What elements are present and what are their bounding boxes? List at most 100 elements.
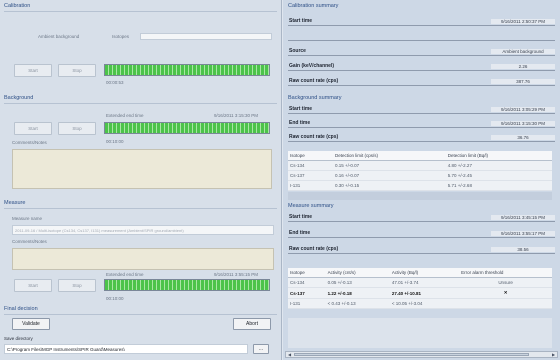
- table-row: Cs-137 0.16 +/-0.07 5.70 +/-2.45: [288, 170, 552, 181]
- save-directory-input[interactable]: C:\Program Files\MGP Instruments\SPIR Gu…: [4, 344, 248, 354]
- table-cell: Unsure: [459, 277, 552, 288]
- measure-name-input[interactable]: 2011-09-16 / Multi-isotope (Cs134, Cs137…: [12, 225, 274, 235]
- table-header-row: Isotope Activity (cnt/s) Activity (Bq/l) Er…: [288, 268, 552, 278]
- calibration-stop-button[interactable]: Stop: [58, 64, 96, 77]
- divider: [4, 11, 277, 12]
- calibration-isotopes-field[interactable]: [140, 33, 272, 40]
- table-cell: 27.40 +/-10.81: [389, 287, 460, 299]
- background-detection-table: Isotope Detection limit (cps/s) Detection …: [288, 151, 552, 191]
- alarm-x-icon: ✕: [459, 287, 552, 299]
- scroll-right-icon[interactable]: ▶: [550, 352, 557, 357]
- summary-row: [288, 31, 555, 41]
- horizontal-scrollbar[interactable]: ◀ ▶: [285, 351, 558, 358]
- calibration-start-button[interactable]: Start: [14, 64, 52, 77]
- measure-extended-end-value: 9/16/2011 3:55:15 PM: [214, 272, 258, 277]
- summary-row: Source Ambient background: [288, 46, 555, 56]
- measure-stop-button[interactable]: Stop: [58, 279, 96, 292]
- calibration-title: Calibration: [4, 3, 31, 9]
- scroll-left-icon[interactable]: ◀: [286, 352, 293, 357]
- calibration-progress-time: 00:00:53: [106, 80, 124, 85]
- background-comments-textarea[interactable]: [12, 149, 272, 189]
- summary-key: End time: [289, 120, 311, 126]
- table-row: I-131 < 0.43 +/-0.13 < 10.05 +/-3.04: [288, 298, 552, 309]
- summary-row: Start time 9/16/2011 3:05:29 PM: [288, 104, 555, 114]
- table-cell: I-131: [288, 180, 334, 191]
- summary-value: 387.76: [491, 79, 555, 84]
- isotopes-label: Isotopes: [112, 34, 130, 39]
- background-start-button[interactable]: Start: [14, 122, 52, 135]
- background-extended-end-value: 9/16/2011 3:15:30 PM: [214, 113, 258, 118]
- measure-name-label: Measure name: [12, 216, 43, 221]
- table-cell: 1.22 +/-0.18: [325, 287, 390, 299]
- table-header-cell: Detection limit (Bq/l): [445, 151, 552, 161]
- summary-value: 9/16/2011 3:05:29 PM: [491, 107, 555, 112]
- scrollbar-thumb[interactable]: [294, 353, 529, 356]
- table-cell: 4.80 +/-2.27: [445, 160, 552, 171]
- table-row: Cs-134 0.15 +/-0.07 4.80 +/-2.27: [288, 160, 552, 171]
- measure-title: Measure: [4, 200, 26, 206]
- validate-button[interactable]: Validate: [12, 318, 50, 330]
- summary-row: End time 9/16/2011 3:15:30 PM: [288, 118, 555, 128]
- table-row: Cs-137 1.22 +/-0.18 27.40 +/-10.81 ✕: [288, 287, 552, 299]
- measure-progress-fill: [105, 280, 269, 290]
- summary-value: 9/16/2011 2:50:37 PM: [491, 19, 555, 24]
- browse-button[interactable]: ...: [253, 344, 269, 354]
- table-cell: 5.71 +/-2.68: [445, 180, 552, 191]
- summary-key: Raw count rate (cps): [289, 134, 339, 140]
- background-progress-fill: [105, 123, 269, 133]
- background-table-blank: [288, 192, 552, 200]
- measure-comments-label: Comments/Notes: [12, 239, 47, 244]
- left-pane: Calibration Ambient background Isotopes …: [0, 0, 282, 360]
- ambient-background-label: Ambient background: [38, 34, 80, 39]
- table-header-cell: Error alarm threshold: [459, 268, 552, 278]
- table-cell: Cs-137: [288, 287, 326, 299]
- final-decision-title: Final decision: [4, 306, 38, 312]
- table-cell: 5.70 +/-2.45: [445, 170, 552, 181]
- measure-progress-bar: [104, 279, 270, 291]
- table-header-cell: Activity (Bq/l): [389, 268, 460, 278]
- summary-row: Start time 9/16/2011 3:45:15 PM: [288, 212, 555, 222]
- table-cell: 0.05 +/-0.13: [325, 277, 390, 288]
- summary-value: 2.26: [491, 64, 555, 69]
- calibration-summary-title: Calibration summary: [288, 3, 339, 9]
- table-header-cell: Isotope: [288, 151, 334, 161]
- table-cell: 0.30 +/-0.15: [333, 180, 446, 191]
- measure-summary-title: Measure summary: [288, 203, 334, 209]
- abort-button[interactable]: Abort: [233, 318, 271, 330]
- measure-comments-textarea[interactable]: [12, 248, 274, 270]
- divider: [4, 314, 277, 315]
- measure-extended-end-label: Extended end time: [106, 272, 144, 277]
- save-directory-label: Save directory: [4, 336, 33, 341]
- table-cell: Cs-134: [288, 277, 326, 288]
- summary-row: Raw count rate (cps) 36.76: [288, 132, 555, 142]
- table-cell: < 10.05 +/-3.04: [389, 298, 460, 309]
- divider: [4, 208, 277, 209]
- summary-key: Start time: [289, 106, 313, 112]
- table-header-cell: Isotope: [288, 268, 326, 278]
- background-progress-time: 00:10:00: [106, 139, 124, 144]
- measure-start-button[interactable]: Start: [14, 279, 52, 292]
- background-stop-button[interactable]: Stop: [58, 122, 96, 135]
- table-header-cell: Activity (cnt/s): [325, 268, 390, 278]
- table-row: Cs-134 0.05 +/-0.13 47.01 +/-3.74 Unsure: [288, 277, 552, 288]
- calibration-progress-bar: [104, 64, 270, 76]
- divider: [4, 103, 277, 104]
- measure-progress-time: 00:10:00: [106, 296, 124, 301]
- summary-key: Start time: [289, 18, 313, 24]
- summary-row: Start time 9/16/2011 2:50:37 PM: [288, 16, 555, 26]
- summary-value: 9/16/2011 3:55:17 PM: [491, 231, 555, 236]
- table-cell: < 0.43 +/-0.13: [325, 298, 390, 309]
- table-cell: 0.15 +/-0.07: [333, 160, 446, 171]
- summary-key: Source: [289, 48, 306, 54]
- summary-value: 9/16/2011 3:15:30 PM: [491, 121, 555, 126]
- right-pane: Calibration summary Start time 9/16/2011 …: [283, 0, 560, 360]
- summary-key: Raw count rate (cps): [289, 78, 339, 84]
- summary-key: Start time: [289, 214, 313, 220]
- table-cell: 47.01 +/-3.74: [389, 277, 460, 288]
- summary-key: Raw count rate (cps): [289, 246, 339, 252]
- summary-row: End time 9/16/2011 3:55:17 PM: [288, 228, 555, 238]
- table-cell: I-131: [288, 298, 326, 309]
- table-cell: Cs-134: [288, 160, 334, 171]
- calibration-progress-fill: [105, 65, 269, 75]
- summary-value: 36.76: [491, 135, 555, 140]
